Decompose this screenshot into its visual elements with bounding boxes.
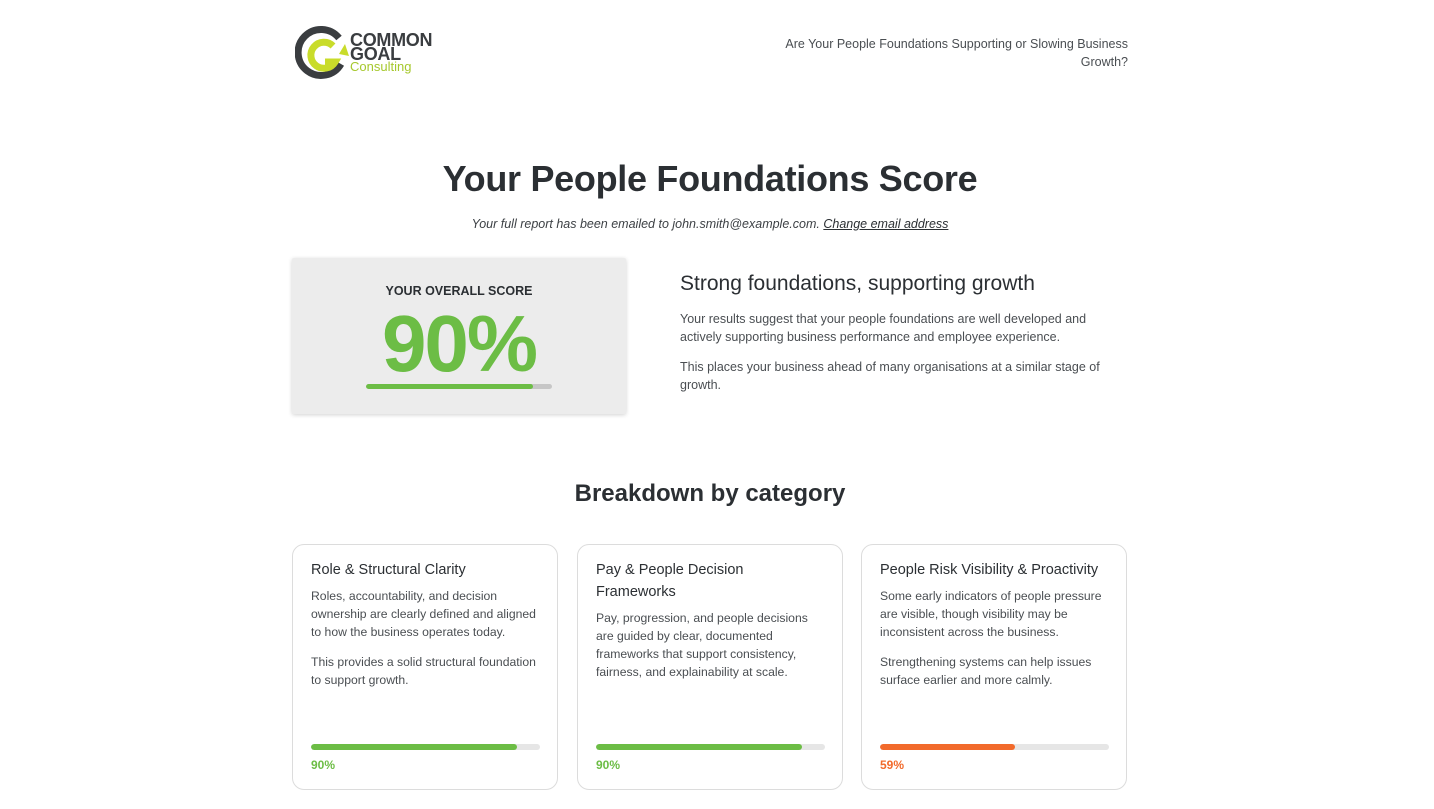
breakdown-title: Breakdown by category xyxy=(574,480,846,507)
page-title: Your People Foundations Score xyxy=(442,158,978,199)
summary-paragraph: This places your business ahead of many … xyxy=(680,360,1100,392)
page-container: COMMON GOAL Consulting Are Your People F… xyxy=(292,0,1128,790)
overall-score-value: 90% xyxy=(381,299,538,388)
category-card-people-risk-visibility: People Risk Visibility & Proactivity Som… xyxy=(861,544,1127,790)
category-card-paragraph: Pay, progression, and people decisions a… xyxy=(596,611,808,679)
overall-score-bar xyxy=(366,384,552,389)
category-card-title: Pay & People Decision Frameworks xyxy=(596,562,744,600)
logo-text-consulting: Consulting xyxy=(350,59,412,74)
overall-score-card: YOUR OVERALL SCORE 90% xyxy=(292,258,626,414)
summary-heading: Strong foundations, supporting growth xyxy=(680,272,1035,295)
category-card-pay-people-decision-frameworks: Pay & People Decision Frameworks Pay, pr… xyxy=(577,544,843,790)
category-score-bar-fill xyxy=(311,744,518,750)
category-card-paragraph: Some early indicators of people pressure… xyxy=(880,589,1102,639)
category-card-title: Role & Structural Clarity xyxy=(311,562,466,578)
category-score-bar xyxy=(311,744,540,750)
overall-score-bar-fill xyxy=(366,384,534,389)
category-card-paragraph: Roles, accountability, and decision owne… xyxy=(311,589,536,639)
summary-paragraph: Your results suggest that your people fo… xyxy=(680,312,1087,344)
category-card-paragraph: This provides a solid structural foundat… xyxy=(311,655,536,687)
logo-mark-icon xyxy=(295,25,349,79)
category-score-bar-fill xyxy=(880,744,1016,750)
category-card-role-structural-clarity: Role & Structural Clarity Roles, account… xyxy=(292,544,558,790)
summary: Strong foundations, supporting growth Yo… xyxy=(680,272,1110,406)
email-note-text: Your full report has been emailed to joh… xyxy=(471,217,820,231)
header: COMMON GOAL Consulting Are Your People F… xyxy=(292,0,1128,100)
category-score-value: 90% xyxy=(311,758,336,772)
category-score-bar-fill xyxy=(596,744,803,750)
email-note: Your full report has been emailed to joh… xyxy=(292,217,1128,231)
logo[interactable]: COMMON GOAL Consulting xyxy=(295,24,445,84)
category-score-bar xyxy=(596,744,825,750)
category-card-title: People Risk Visibility & Proactivity xyxy=(880,562,1099,578)
category-card-paragraph: Strengthening systems can help issues su… xyxy=(880,655,1092,687)
change-email-link[interactable]: Change email address xyxy=(823,217,948,231)
category-score-bar xyxy=(880,744,1109,750)
category-score-value: 59% xyxy=(880,758,905,772)
category-score-value: 90% xyxy=(596,758,621,772)
header-question: Are Your People Foundations Supporting o… xyxy=(785,37,1128,69)
